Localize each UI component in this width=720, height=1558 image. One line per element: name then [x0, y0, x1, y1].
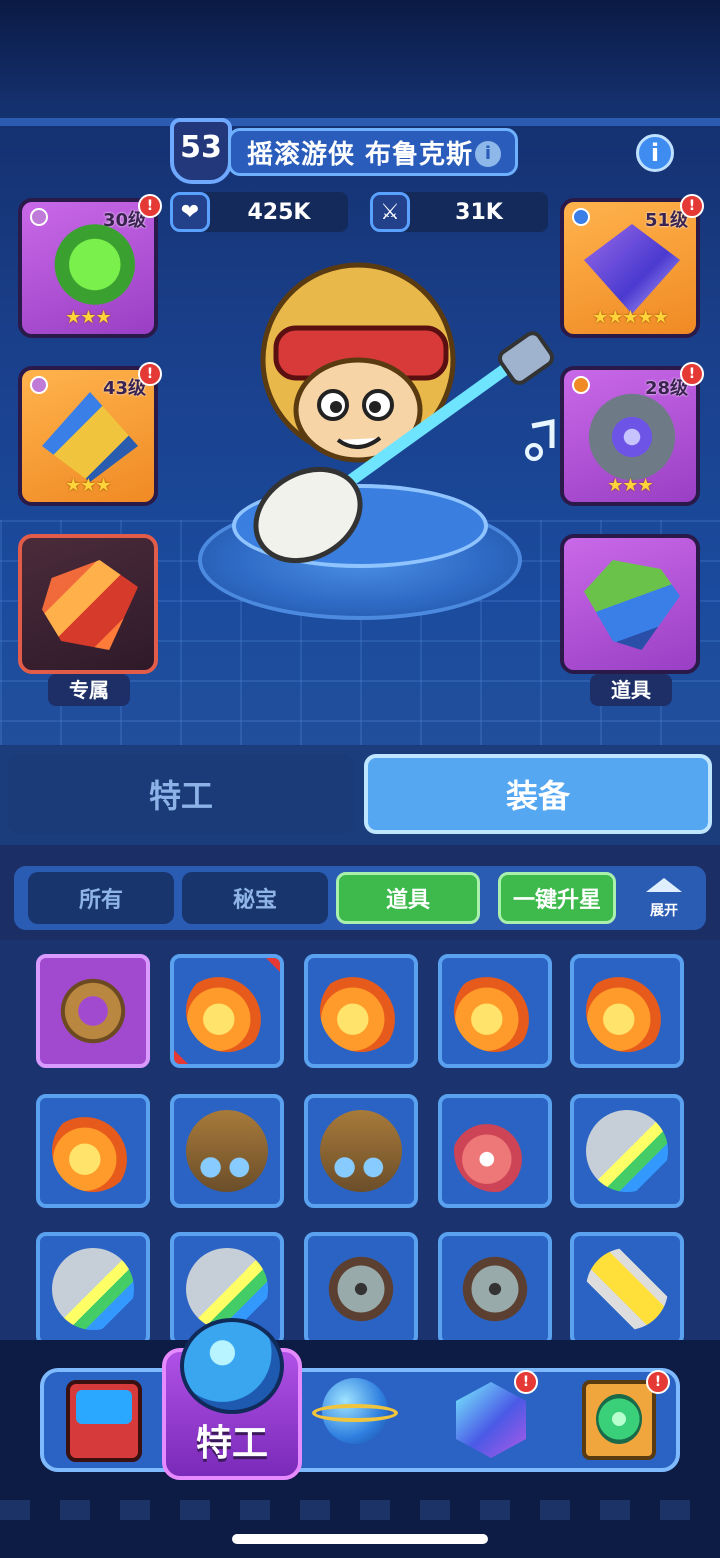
chevron-up-icon [646, 878, 682, 892]
alert-icon: ! [646, 1370, 670, 1394]
tab-agent[interactable]: 特工 [8, 754, 354, 834]
right-slot-2[interactable]: 28级 ★★★ ! [560, 362, 704, 506]
meteor-icon [586, 970, 668, 1052]
blower-icon [454, 1110, 536, 1192]
inventory-item[interactable] [304, 954, 418, 1068]
one-click-star-button[interactable]: 一键升星 [498, 872, 616, 924]
home-indicator[interactable] [232, 1534, 488, 1544]
inventory-item[interactable] [304, 1094, 418, 1208]
info-icon[interactable]: i [636, 134, 674, 172]
corner-tag [174, 1050, 188, 1064]
alert-icon: ! [680, 362, 704, 386]
alert-icon: ! [680, 194, 704, 218]
inventory-item[interactable] [438, 954, 552, 1068]
expand-button[interactable]: 展开 [636, 876, 692, 924]
inventory-item[interactable] [438, 1094, 552, 1208]
planet-icon[interactable] [312, 1372, 398, 1458]
inventory-item[interactable] [570, 954, 684, 1068]
tab-equipment[interactable]: 装备 [364, 754, 712, 834]
inventory-item[interactable] [570, 1232, 684, 1346]
filter-secret[interactable]: 秘宝 [182, 872, 328, 924]
level-value: 53 [180, 130, 222, 165]
inventory-item[interactable] [36, 1232, 150, 1346]
green-flame-sword-icon [42, 224, 138, 314]
rarity-icon [572, 208, 590, 226]
nav-agent-label: 特工 [195, 1423, 268, 1464]
inventory-item[interactable] [36, 954, 150, 1068]
filter-items[interactable]: 道具 [336, 872, 480, 924]
agent-helmet-icon [180, 1318, 284, 1414]
left-slot-2[interactable]: 43级 ★★★ ! [18, 362, 162, 506]
hero-name: 摇滚游侠 布鲁克斯 [247, 139, 474, 170]
item-slot[interactable] [560, 534, 700, 674]
drone-icon [186, 1110, 268, 1192]
alert-icon: ! [138, 194, 162, 218]
slot-stars: ★★★★★ [592, 307, 669, 328]
crystal-gem-icon [584, 224, 680, 314]
heart-icon: ❤ [170, 192, 210, 232]
right-slot-1[interactable]: 51级 ★★★★★ ! [560, 194, 704, 338]
left-slot-1[interactable]: 30级 ★★★ ! [18, 194, 162, 338]
jet-icon [52, 1248, 134, 1330]
corner-tag [266, 958, 280, 972]
meteor-icon [186, 970, 268, 1052]
gatling-icon [320, 1248, 402, 1330]
inventory-item[interactable] [170, 954, 284, 1068]
jet-icon [586, 1110, 668, 1192]
shard-guitar-icon [42, 560, 138, 650]
attack-value: 31K [455, 199, 503, 225]
alert-icon: ! [514, 1370, 538, 1394]
hp-value: 425K [247, 199, 311, 225]
slot-stars: ★★★ [65, 307, 111, 328]
energy-orb-icon [584, 392, 680, 482]
arcade-icon[interactable] [62, 1378, 148, 1464]
inventory-item[interactable] [36, 1094, 150, 1208]
music-note-icon [525, 418, 555, 461]
cube-icon[interactable]: ! [446, 1370, 538, 1462]
level-badge: 53 [170, 118, 232, 184]
item-label: 道具 [590, 674, 672, 706]
inventory-item[interactable] [304, 1232, 418, 1346]
filter-all[interactable]: 所有 [28, 872, 174, 924]
expand-label: 展开 [650, 903, 678, 919]
rarity-icon [30, 208, 48, 226]
inventory-grid [0, 940, 720, 1346]
hp-stat: ❤ 425K [170, 192, 348, 232]
hero-character [253, 262, 555, 564]
tube-icon [586, 1248, 668, 1330]
sword-icon: ⚔ [370, 192, 410, 232]
inventory-item[interactable] [170, 1094, 284, 1208]
alert-icon: ! [138, 362, 162, 386]
rarity-icon [572, 376, 590, 394]
exclusive-slot[interactable] [18, 534, 158, 674]
attack-stat: ⚔ 31K [370, 192, 548, 232]
drone-icon [320, 1110, 402, 1192]
hero-name-bar[interactable]: 摇滚游侠 布鲁克斯 i [228, 128, 518, 176]
cactus-launcher-icon [584, 560, 680, 650]
ring-icon [52, 970, 134, 1052]
inventory-item[interactable] [570, 1094, 684, 1208]
meteor-icon [52, 1110, 134, 1192]
gatling-icon [454, 1248, 536, 1330]
inventory-item[interactable] [438, 1232, 552, 1346]
slot-stars: ★★★ [607, 475, 653, 496]
rarity-icon [30, 376, 48, 394]
pyramid-icon [42, 392, 138, 482]
header-band [0, 118, 720, 126]
portal-icon[interactable]: ! [578, 1370, 670, 1462]
decor-stripes [0, 1500, 720, 1520]
exclusive-label: 专属 [48, 674, 130, 706]
name-info-icon[interactable]: i [475, 141, 501, 167]
slot-stars: ★★★ [65, 475, 111, 496]
meteor-icon [320, 970, 402, 1052]
meteor-icon [454, 970, 536, 1052]
